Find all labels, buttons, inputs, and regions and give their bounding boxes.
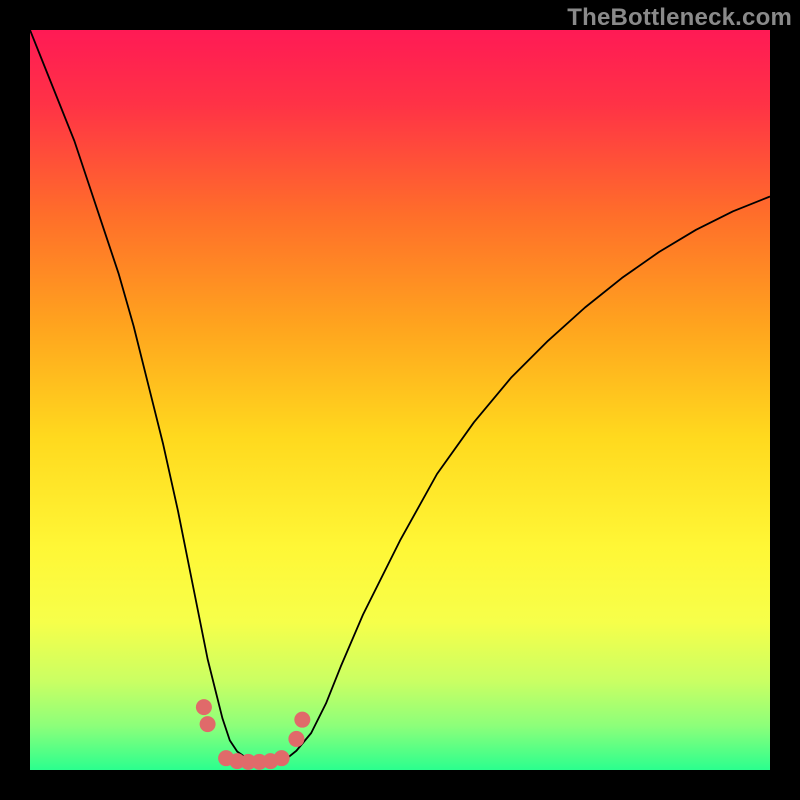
chart-frame: TheBottleneck.com: [0, 0, 800, 800]
marker-point: [200, 716, 216, 732]
marker-point: [196, 699, 212, 715]
chart-svg: [30, 30, 770, 770]
marker-point: [288, 731, 304, 747]
gradient-background: [30, 30, 770, 770]
marker-point: [274, 750, 290, 766]
watermark-text: TheBottleneck.com: [567, 4, 792, 32]
marker-point: [294, 712, 310, 728]
plot-area: [30, 30, 770, 770]
